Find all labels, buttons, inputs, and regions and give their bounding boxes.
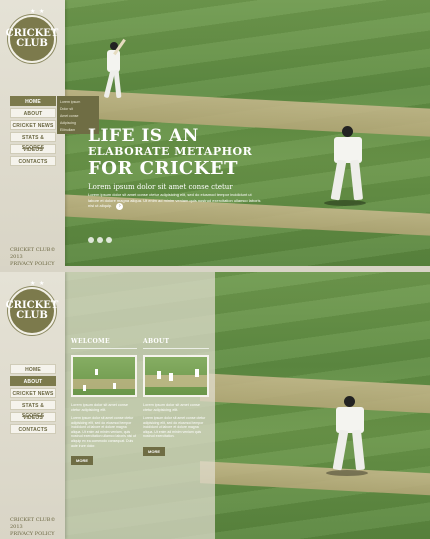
nav-item-home[interactable]: HOME: [10, 364, 56, 374]
hero-line-2: ELABORATE METAPHOR: [88, 145, 253, 158]
sidebar: ★ ★ CRICKET CLUB HOME ABOUT CRICKET NEWS…: [0, 272, 65, 539]
nav-item-contacts[interactable]: CONTACTS: [10, 156, 56, 166]
about-thumbnail[interactable]: [143, 355, 209, 397]
hero-headline: LIFE IS AN ELABORATE METAPHOR FOR CRICKE…: [88, 127, 288, 179]
submenu-item[interactable]: Dolor sit: [60, 106, 96, 113]
privacy-policy-link[interactable]: PRIVACY POLICY: [10, 261, 65, 266]
slider-dot[interactable]: [97, 237, 103, 243]
copyright-text: CRICKET CLUB© 2013: [10, 247, 56, 260]
about-more-button[interactable]: MORE: [143, 446, 165, 456]
hero-line-1: LIFE IS AN: [88, 126, 199, 146]
sidebar-footer: CRICKET CLUB© 2013 PRIVACY POLICY: [10, 247, 65, 266]
about-title: ABOUT: [143, 338, 209, 349]
main-nav: HOME ABOUT CRICKET NEWS STATS & SCORES V…: [10, 364, 56, 436]
sidebar-footer: CRICKET CLUB© 2013 PRIVACY POLICY: [10, 517, 65, 538]
welcome-more-button[interactable]: MORE: [71, 456, 93, 466]
stars-decoration: ★ ★: [30, 281, 46, 287]
welcome-lead: Lorem ipsum dolor sit amet conse ctetur …: [71, 403, 128, 412]
nav-item-cricket-news[interactable]: CRICKET NEWS: [10, 120, 56, 130]
main-nav: HOME ABOUT CRICKET NEWS STATS & SCORES V…: [10, 96, 56, 168]
submenu-item[interactable]: Amet conse: [60, 113, 96, 120]
hero-line-3: FOR CRICKET: [88, 158, 238, 179]
welcome-body: Lorem ipsum dolor sit amet conse ctetur …: [71, 416, 136, 448]
welcome-thumbnail[interactable]: [71, 355, 137, 397]
about-section: ABOUT Lorem ipsum dolor sit amet conse c…: [143, 338, 209, 458]
about-body: Lorem ipsum dolor sit amet conse ctetur …: [143, 416, 206, 439]
fielder-figure: [324, 126, 368, 208]
logo-line-2: CLUB: [16, 38, 48, 49]
nav-item-about[interactable]: ABOUT: [10, 376, 56, 386]
slider-pagination: [88, 237, 112, 243]
logo-line-2: CLUB: [16, 310, 48, 321]
cricket-club-logo[interactable]: CRICKET CLUB: [6, 287, 58, 335]
welcome-title: WELCOME: [71, 338, 137, 349]
read-more-icon[interactable]: ›: [116, 203, 124, 210]
sidebar: ★ ★ CRICKET CLUB HOME ABOUT CRICKET NEWS…: [0, 0, 65, 266]
hero-body: Lorem ipsum dolor sit amet conse ctetur …: [88, 192, 261, 208]
stars-decoration: ★ ★: [30, 9, 46, 15]
content-page-preview: WELCOME Lorem ipsum dolor sit amet conse…: [0, 272, 430, 539]
about-lead: Lorem ipsum dolor sit amet conse ctetur …: [143, 403, 200, 412]
welcome-section: WELCOME Lorem ipsum dolor sit amet conse…: [71, 338, 137, 467]
nav-item-cricket-news[interactable]: CRICKET NEWS: [10, 388, 56, 398]
fielder-figure: [326, 396, 370, 478]
batsman-figure: [98, 38, 128, 108]
copyright-text: CRICKET CLUB© 2013: [10, 517, 56, 530]
hero-subtitle: Lorem ipsum dolor sit amet conse ctetur: [88, 183, 233, 191]
slider-dot[interactable]: [106, 237, 112, 243]
hero-body-text: Lorem ipsum dolor sit amet conse ctetur …: [88, 192, 263, 210]
cricket-club-logo[interactable]: CRICKET CLUB: [6, 15, 58, 63]
nav-item-videos[interactable]: VIDEOS: [10, 412, 56, 422]
nav-item-stats-scores[interactable]: STATS & SCORES: [10, 400, 56, 419]
nav-item-about[interactable]: ABOUT: [10, 108, 56, 118]
content-overlay: WELCOME Lorem ipsum dolor sit amet conse…: [65, 272, 215, 539]
slider-dot[interactable]: [88, 237, 94, 243]
submenu-item[interactable]: Lorem ipsum: [60, 99, 96, 106]
home-page-preview: ★ ★ CRICKET CLUB HOME ABOUT CRICKET NEWS…: [0, 0, 430, 266]
nav-item-stats-scores[interactable]: STATS & SCORES: [10, 132, 56, 151]
nav-item-contacts[interactable]: CONTACTS: [10, 424, 56, 434]
nav-item-videos[interactable]: VIDEOS: [10, 144, 56, 154]
privacy-policy-link[interactable]: PRIVACY POLICY: [10, 531, 65, 538]
nav-item-home[interactable]: HOME: [10, 96, 56, 106]
